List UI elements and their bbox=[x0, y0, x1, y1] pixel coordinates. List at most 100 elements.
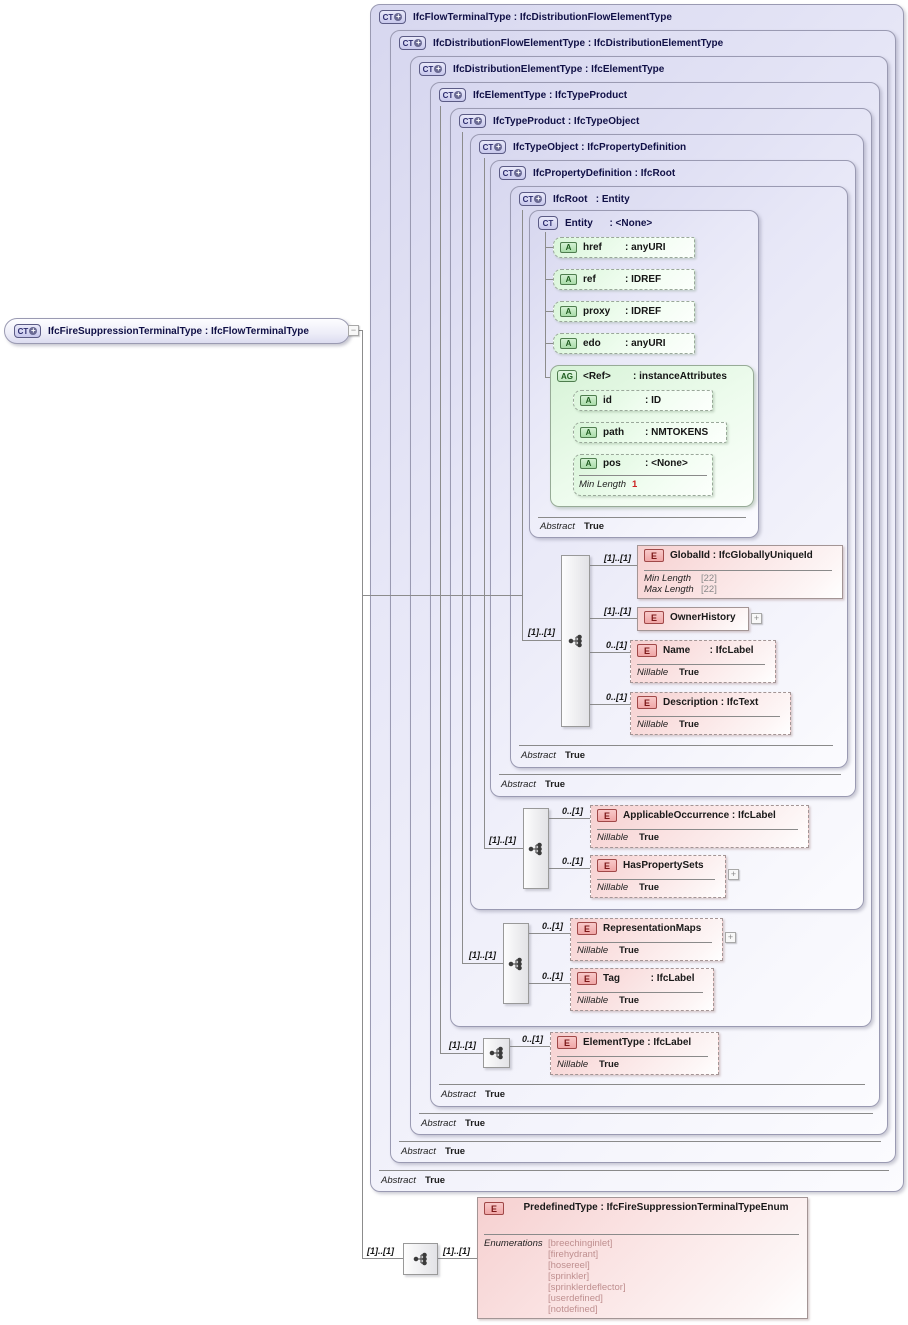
attribute-path[interactable]: Apath: NMTOKENS bbox=[573, 422, 727, 443]
abstract-label: Abstract bbox=[421, 1118, 456, 1129]
element-ownerhistory[interactable]: E OwnerHistory bbox=[637, 607, 749, 631]
type-title: IfcTypeProduct : IfcTypeObject bbox=[493, 115, 640, 127]
complextype-derived-icon: CT + bbox=[14, 324, 41, 338]
enumeration-list: [breechinginlet] [firehydrant] [hosereel… bbox=[548, 1238, 626, 1315]
element-applicableoccurrence[interactable]: E ApplicableOccurrence : IfcLabel Nillabl… bbox=[590, 805, 809, 848]
enumeration-value: [sprinkler] bbox=[548, 1271, 590, 1282]
nillable-value: True bbox=[639, 882, 660, 893]
element-haspropertysets[interactable]: E HasPropertySets Nillable True bbox=[590, 855, 726, 898]
expand-button[interactable]: + bbox=[728, 869, 739, 880]
connector-line bbox=[484, 158, 485, 849]
attribute-icon: A bbox=[580, 427, 597, 438]
plus-icon: + bbox=[534, 194, 543, 203]
attribute-name: ref bbox=[583, 274, 596, 285]
element-title: HasPropertySets bbox=[623, 860, 704, 871]
complextype-derived-icon: CT + bbox=[519, 192, 546, 206]
enumeration-value: [userdefined] bbox=[548, 1293, 603, 1304]
minlength-value: [22] bbox=[701, 573, 717, 584]
sequence-icon bbox=[508, 957, 522, 970]
abstract-value: True bbox=[425, 1175, 446, 1186]
sequence-compositor[interactable] bbox=[403, 1243, 438, 1275]
element-icon: E bbox=[644, 611, 664, 624]
sequence-compositor[interactable] bbox=[561, 555, 590, 727]
attribute-name: edo bbox=[583, 338, 601, 349]
connector-line bbox=[522, 210, 523, 641]
sequence-icon bbox=[528, 842, 542, 855]
attribute-type: : anyURI bbox=[625, 242, 666, 253]
cardinality-label: 0..[1] bbox=[606, 640, 628, 650]
cardinality-label: [1]..[1] bbox=[449, 1040, 476, 1050]
cardinality-label: 0..[1] bbox=[522, 1034, 544, 1044]
connector-line bbox=[545, 247, 553, 248]
element-icon: E bbox=[577, 972, 597, 985]
cardinality-label: 0..[1] bbox=[606, 692, 628, 702]
type-box-ifcfiresuppressionterminaltype[interactable]: CT + IfcFireSuppressionTerminalType : IfcF… bbox=[4, 318, 350, 344]
minlength-label: Min Length bbox=[644, 573, 692, 584]
attribute-icon: A bbox=[580, 395, 597, 406]
cardinality-label: [1]..[1] bbox=[604, 553, 631, 563]
attribute-group-title: <Ref> : instanceAttributes bbox=[583, 370, 727, 382]
element-elementtype[interactable]: E ElementType : IfcLabel Nillable True bbox=[550, 1032, 719, 1075]
complextype-derived-icon: CT + bbox=[439, 88, 466, 102]
element-title: GlobalId : IfcGloballyUniqueId bbox=[670, 550, 813, 561]
attribute-name: pos bbox=[603, 458, 621, 469]
nillable-label: Nillable bbox=[577, 945, 609, 956]
expand-button[interactable]: + bbox=[751, 613, 762, 624]
complextype-derived-icon: CT + bbox=[499, 166, 526, 180]
complextype-derived-icon: CT + bbox=[419, 62, 446, 76]
connector-line bbox=[590, 618, 637, 619]
separator bbox=[379, 1170, 889, 1171]
plus-icon: + bbox=[394, 12, 403, 21]
element-predefinedtype[interactable]: E PredefinedType : IfcFireSuppressionTerm… bbox=[477, 1197, 808, 1319]
enumeration-value: [notdefined] bbox=[548, 1304, 598, 1315]
element-icon: E bbox=[484, 1202, 504, 1215]
sequence-compositor[interactable] bbox=[503, 923, 529, 1004]
nillable-label: Nillable bbox=[637, 667, 669, 678]
attribute-id[interactable]: Aid: ID bbox=[573, 390, 713, 411]
attribute-href[interactable]: Ahref: anyURI bbox=[553, 237, 695, 258]
cardinality-label: [1]..[1] bbox=[443, 1246, 470, 1256]
schema-diagram: CT + IfcFlowTerminalType : IfcDistribution… bbox=[0, 0, 908, 1325]
attribute-name: proxy bbox=[583, 306, 611, 317]
plus-icon: + bbox=[494, 142, 503, 151]
element-title: Description : IfcText bbox=[663, 697, 759, 708]
connector-line bbox=[484, 848, 523, 849]
separator bbox=[637, 716, 780, 717]
element-title: ElementType : IfcLabel bbox=[583, 1037, 692, 1048]
plus-icon: + bbox=[29, 326, 38, 335]
attribute-proxy[interactable]: Aproxy: IDREF bbox=[553, 301, 695, 322]
attribute-edo[interactable]: Aedo: anyURI bbox=[553, 333, 695, 354]
sequence-icon bbox=[413, 1252, 427, 1266]
separator bbox=[519, 745, 833, 746]
element-name[interactable]: E Name : IfcLabel Nillable True bbox=[630, 640, 776, 683]
sequence-compositor[interactable] bbox=[523, 808, 549, 889]
element-description[interactable]: E Description : IfcText Nillable True bbox=[630, 692, 791, 735]
abstract-label: Abstract bbox=[521, 750, 556, 761]
element-tag[interactable]: E Tag : IfcLabel Nillable True bbox=[570, 968, 714, 1011]
attribute-icon: A bbox=[560, 306, 577, 317]
separator bbox=[577, 992, 703, 993]
element-globalid[interactable]: E GlobalId : IfcGloballyUniqueId Min Leng… bbox=[637, 545, 843, 599]
element-representationmaps[interactable]: E RepresentationMaps Nillable True bbox=[570, 918, 723, 961]
plus-icon: + bbox=[434, 64, 443, 73]
complextype-derived-icon: CT + bbox=[459, 114, 486, 128]
element-icon: E bbox=[557, 1036, 577, 1049]
cardinality-label: 0..[1] bbox=[562, 806, 584, 816]
abstract-label: Abstract bbox=[540, 521, 575, 532]
separator bbox=[557, 1056, 708, 1057]
separator bbox=[637, 664, 765, 665]
enumeration-value: [breechinginlet] bbox=[548, 1238, 613, 1249]
nillable-value: True bbox=[679, 667, 700, 678]
attribute-ref[interactable]: Aref: IDREF bbox=[553, 269, 695, 290]
complextype-icon: CT bbox=[538, 216, 558, 230]
type-title: IfcDistributionElementType : IfcElementT… bbox=[453, 63, 665, 75]
sequence-compositor[interactable] bbox=[483, 1038, 510, 1068]
connector-line bbox=[529, 983, 570, 984]
abstract-value: True bbox=[485, 1089, 506, 1100]
expand-button[interactable]: + bbox=[725, 932, 736, 943]
collapse-button[interactable]: − bbox=[348, 325, 359, 336]
separator bbox=[499, 774, 841, 775]
connector-line bbox=[440, 106, 441, 1054]
attribute-icon: A bbox=[560, 338, 577, 349]
attribute-icon: A bbox=[580, 458, 597, 469]
